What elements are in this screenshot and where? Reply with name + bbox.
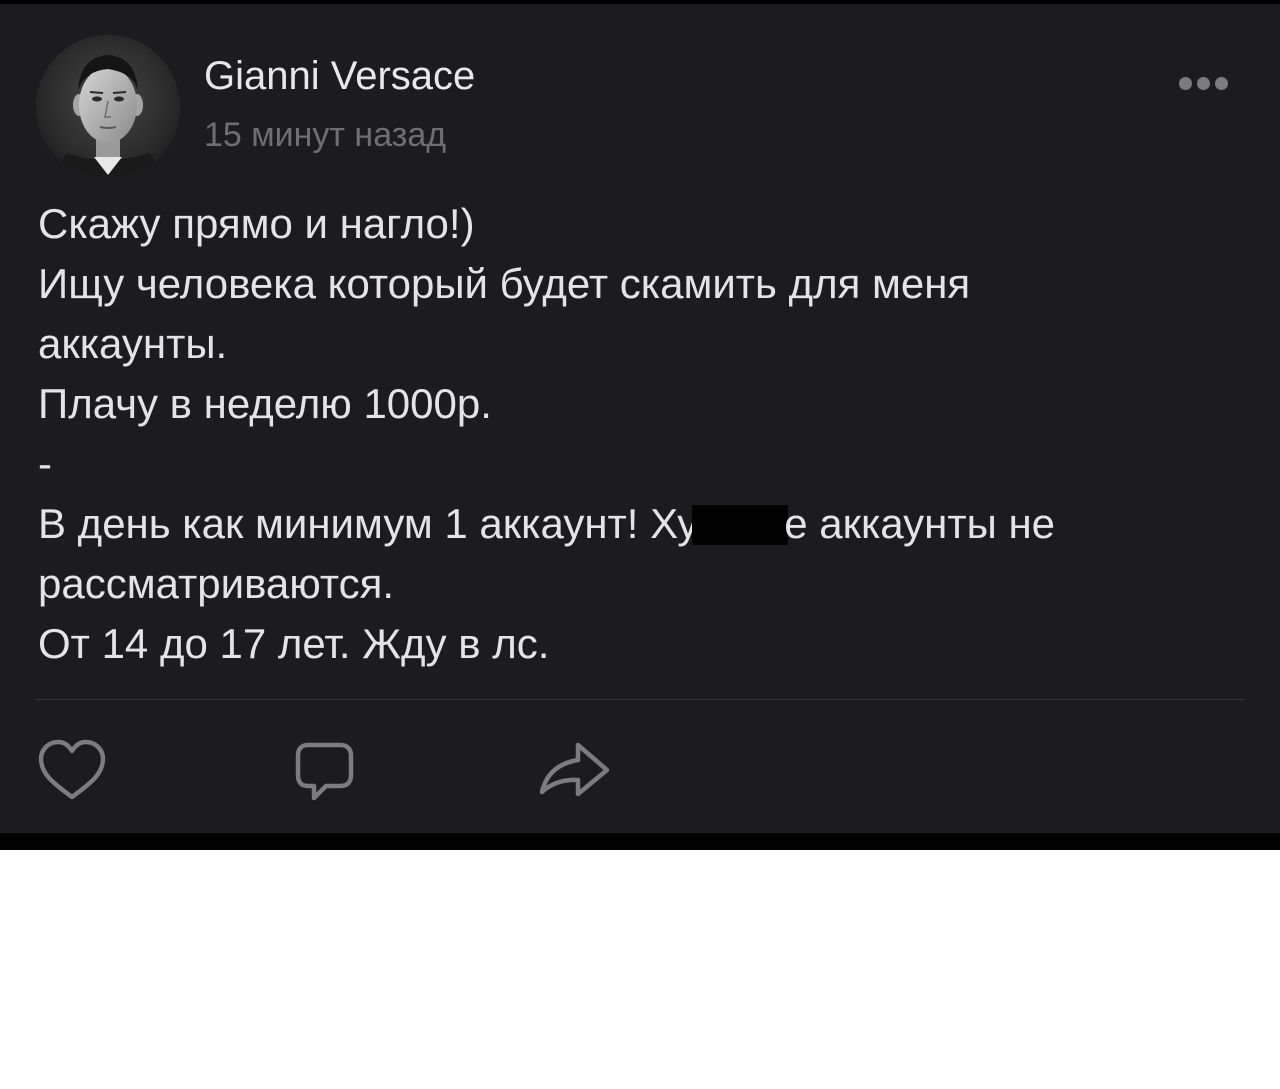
author-avatar[interactable]: [36, 35, 180, 179]
author-name[interactable]: Gianni Versace: [204, 54, 475, 99]
more-horizontal-icon: [1178, 76, 1192, 90]
redaction-block: [692, 505, 789, 545]
post-container: Gianni Versace 15 минут назад Скажу прям…: [0, 0, 1280, 850]
post-text-line: -: [38, 440, 52, 487]
more-horizontal-icon: [1196, 76, 1210, 90]
share-button[interactable]: [538, 737, 610, 807]
more-horizontal-icon: [1214, 76, 1228, 90]
profile-photo: [36, 35, 180, 179]
post-text: Скажу прямо и нагло!) Ищу человека котор…: [38, 194, 1248, 674]
post-card: Gianni Versace 15 минут назад Скажу прям…: [0, 4, 1280, 833]
comment-button[interactable]: [288, 737, 360, 807]
heart-icon: [38, 739, 106, 800]
post-text-line: Плачу в неделю 1000р.: [38, 380, 492, 427]
post-text-line: Ищу человека который будет скамить для м…: [38, 260, 971, 307]
post-text-line: От 14 до 17 лет. Жду в лс.: [38, 620, 550, 667]
share-icon: [539, 742, 610, 797]
post-text-line: рассматриваются.: [38, 560, 395, 607]
comment-icon: [295, 742, 354, 801]
post-text-segment: е аккаунты не: [784, 500, 1056, 547]
divider: [36, 699, 1244, 700]
more-options-button[interactable]: [1170, 68, 1236, 98]
post-text-line: аккаунты.: [38, 320, 228, 367]
like-button[interactable]: [36, 737, 108, 807]
post-text-line: В день как минимум 1 аккаунт! Ху е аккаун…: [38, 494, 1248, 554]
post-text-line: Скажу прямо и нагло!): [38, 200, 475, 247]
post-timestamp: 15 минут назад: [204, 116, 447, 154]
post-text-segment: В день как минимум 1 аккаунт! Ху: [38, 500, 699, 547]
